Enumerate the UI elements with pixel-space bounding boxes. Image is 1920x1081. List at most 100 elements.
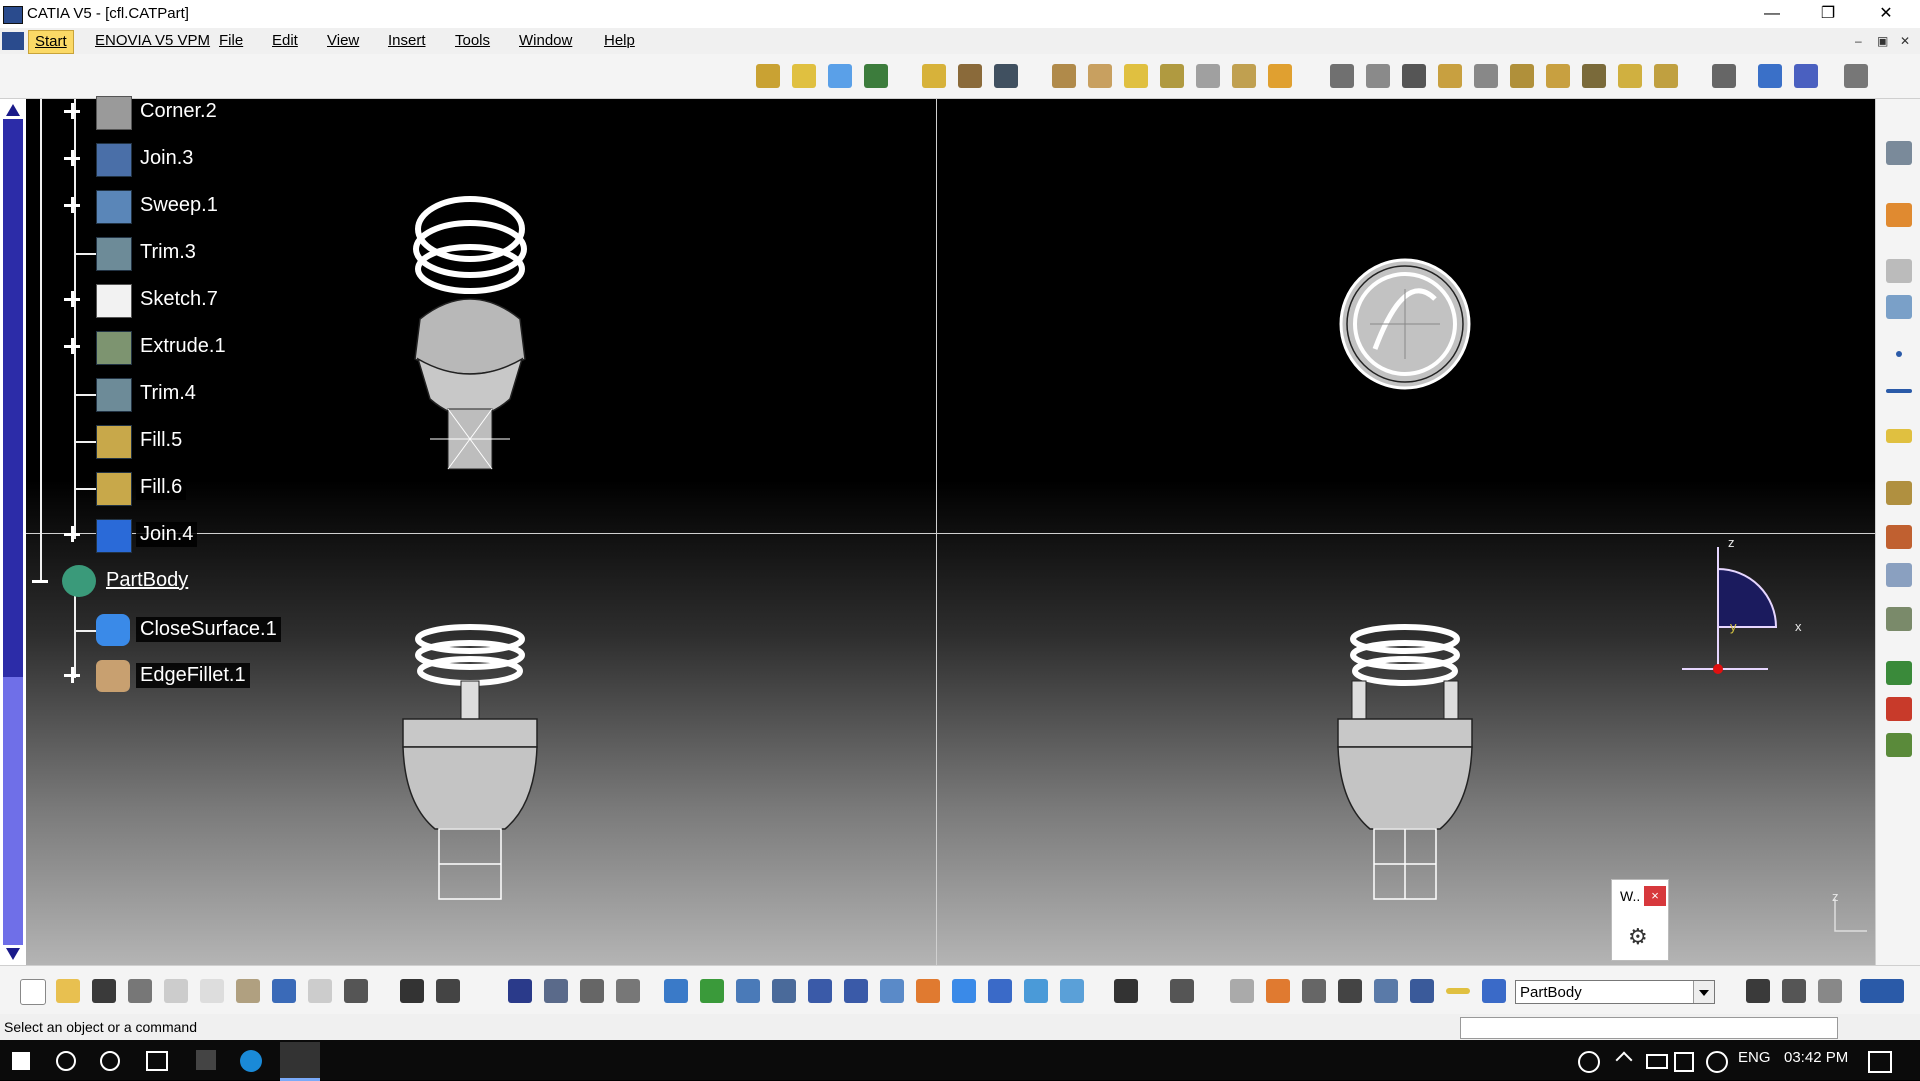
plane-tool-icon[interactable] bbox=[1886, 429, 1912, 443]
geometrical-set-icon[interactable] bbox=[1782, 979, 1806, 1003]
join-icon[interactable] bbox=[922, 64, 946, 88]
table-icon[interactable] bbox=[508, 979, 532, 1003]
line-icon[interactable] bbox=[1268, 64, 1292, 88]
extrude-tool-icon[interactable] bbox=[1886, 481, 1912, 505]
catalog-icon[interactable] bbox=[580, 979, 604, 1003]
catia-taskbar-button[interactable] bbox=[280, 1042, 320, 1081]
battery-icon[interactable] bbox=[1646, 1054, 1668, 1069]
menu-window[interactable]: Window bbox=[519, 32, 572, 49]
point-tool-icon[interactable] bbox=[1896, 351, 1902, 357]
multi-view-icon[interactable] bbox=[916, 979, 940, 1003]
menu-start[interactable]: Start bbox=[28, 30, 74, 54]
globe-icon[interactable] bbox=[1706, 1051, 1728, 1073]
volume-icon[interactable] bbox=[1674, 1052, 1694, 1072]
numbers-icon[interactable] bbox=[1338, 979, 1362, 1003]
swap-space-icon[interactable] bbox=[1060, 979, 1084, 1003]
select-cursor-icon[interactable] bbox=[1886, 203, 1912, 227]
copy-icon[interactable] bbox=[200, 979, 224, 1003]
people-icon[interactable] bbox=[1578, 1051, 1600, 1073]
body-icon[interactable] bbox=[1886, 259, 1912, 283]
paste-icon[interactable] bbox=[236, 979, 260, 1003]
define-in-work-object-icon[interactable] bbox=[1482, 979, 1506, 1003]
blend-icon[interactable] bbox=[1510, 64, 1534, 88]
expand-icon[interactable] bbox=[64, 338, 80, 354]
document-close-button[interactable]: ✕ bbox=[1900, 34, 1910, 48]
document-restore-button[interactable]: ▣ bbox=[1877, 34, 1888, 48]
sphere-icon[interactable] bbox=[1474, 64, 1498, 88]
boundary-icon[interactable] bbox=[1654, 64, 1678, 88]
healing-icon[interactable] bbox=[958, 64, 982, 88]
window-minimize-button[interactable]: — bbox=[1744, 0, 1800, 28]
compass-icon[interactable] bbox=[1844, 64, 1868, 88]
capture-icon[interactable] bbox=[1114, 979, 1138, 1003]
menu-insert[interactable]: Insert bbox=[388, 32, 426, 49]
language-indicator[interactable]: ENG bbox=[1738, 1049, 1771, 1066]
sketcher-icon[interactable] bbox=[1330, 64, 1354, 88]
pattern-icon[interactable] bbox=[1196, 64, 1220, 88]
rotate-icon[interactable] bbox=[1160, 64, 1184, 88]
expand-icon[interactable] bbox=[64, 667, 80, 683]
analysis-icon[interactable] bbox=[1758, 64, 1782, 88]
open-file-icon[interactable] bbox=[56, 979, 80, 1003]
scrollbar-track[interactable] bbox=[3, 677, 23, 945]
snap-icon[interactable] bbox=[1410, 979, 1434, 1003]
sketch-tool-icon[interactable] bbox=[1886, 141, 1912, 165]
tree-scrollbar[interactable] bbox=[0, 99, 26, 965]
scroll-up-icon[interactable] bbox=[6, 104, 20, 116]
translate-icon[interactable] bbox=[1124, 64, 1148, 88]
gear-icon[interactable]: ⚙ bbox=[1628, 924, 1648, 950]
measure-between-icon[interactable] bbox=[1230, 979, 1254, 1003]
document-minimize-button[interactable]: – bbox=[1855, 34, 1862, 48]
rotate-view-icon[interactable] bbox=[772, 979, 796, 1003]
window-restore-button[interactable]: ❐ bbox=[1800, 0, 1856, 28]
frame-icon[interactable] bbox=[1886, 295, 1912, 319]
task-view-icon[interactable] bbox=[146, 1051, 168, 1071]
fillet-icon[interactable] bbox=[1052, 64, 1076, 88]
fly-mode-icon[interactable] bbox=[664, 979, 688, 1003]
normal-view-icon[interactable] bbox=[880, 979, 904, 1003]
multi-section-icon[interactable] bbox=[1582, 64, 1606, 88]
mini-workbench-dialog[interactable]: W.. × ⚙ bbox=[1611, 879, 1669, 961]
collapse-icon[interactable] bbox=[32, 573, 48, 589]
revolve-tool-icon[interactable] bbox=[1886, 525, 1912, 549]
edge-browser-icon[interactable] bbox=[240, 1050, 262, 1072]
update-icon[interactable] bbox=[1170, 979, 1194, 1003]
redo-icon[interactable] bbox=[308, 979, 332, 1003]
notifications-icon[interactable] bbox=[1868, 1051, 1892, 1073]
help-icon[interactable] bbox=[344, 979, 368, 1003]
bulb-top-view[interactable] bbox=[1330, 249, 1480, 399]
scrollbar-thumb[interactable] bbox=[3, 119, 23, 677]
power-input-field[interactable] bbox=[1460, 1017, 1838, 1039]
cut-icon[interactable] bbox=[164, 979, 188, 1003]
loft-icon[interactable] bbox=[1546, 64, 1570, 88]
chamfer-icon[interactable] bbox=[1088, 64, 1112, 88]
hide-show-icon[interactable] bbox=[1024, 979, 1048, 1003]
bulb-front-view[interactable] bbox=[395, 619, 545, 919]
pan-icon[interactable] bbox=[736, 979, 760, 1003]
menu-enovia[interactable]: ENOVIA V5 VPM bbox=[95, 32, 210, 49]
iso-view-icon[interactable] bbox=[952, 979, 976, 1003]
axis-system-icon[interactable] bbox=[1402, 64, 1426, 88]
extrapolate-icon[interactable] bbox=[1618, 64, 1642, 88]
save-icon[interactable] bbox=[92, 979, 116, 1003]
new-file-icon[interactable] bbox=[20, 979, 46, 1005]
split-icon[interactable] bbox=[994, 64, 1018, 88]
cortana-icon[interactable] bbox=[100, 1051, 120, 1071]
expand-icon[interactable] bbox=[64, 150, 80, 166]
axis-compass-icon[interactable] bbox=[1670, 539, 1810, 679]
ordered-set-icon[interactable] bbox=[1818, 979, 1842, 1003]
shading-icon[interactable] bbox=[988, 979, 1012, 1003]
expand-icon[interactable] bbox=[64, 197, 80, 213]
axis-icon[interactable] bbox=[1302, 979, 1326, 1003]
bulb-side-view[interactable] bbox=[1330, 619, 1480, 919]
zoom-out-icon[interactable] bbox=[844, 979, 868, 1003]
offset-tool-icon[interactable] bbox=[1886, 661, 1912, 685]
work-on-support-icon[interactable] bbox=[1374, 979, 1398, 1003]
fit-all-icon[interactable] bbox=[700, 979, 724, 1003]
menu-view[interactable]: View bbox=[327, 32, 359, 49]
chevron-down-icon[interactable] bbox=[1693, 981, 1714, 1003]
menu-help[interactable]: Help bbox=[604, 32, 635, 49]
menu-tools[interactable]: Tools bbox=[455, 32, 490, 49]
app-n-icon[interactable] bbox=[196, 1050, 216, 1070]
zoom-in-icon[interactable] bbox=[808, 979, 832, 1003]
